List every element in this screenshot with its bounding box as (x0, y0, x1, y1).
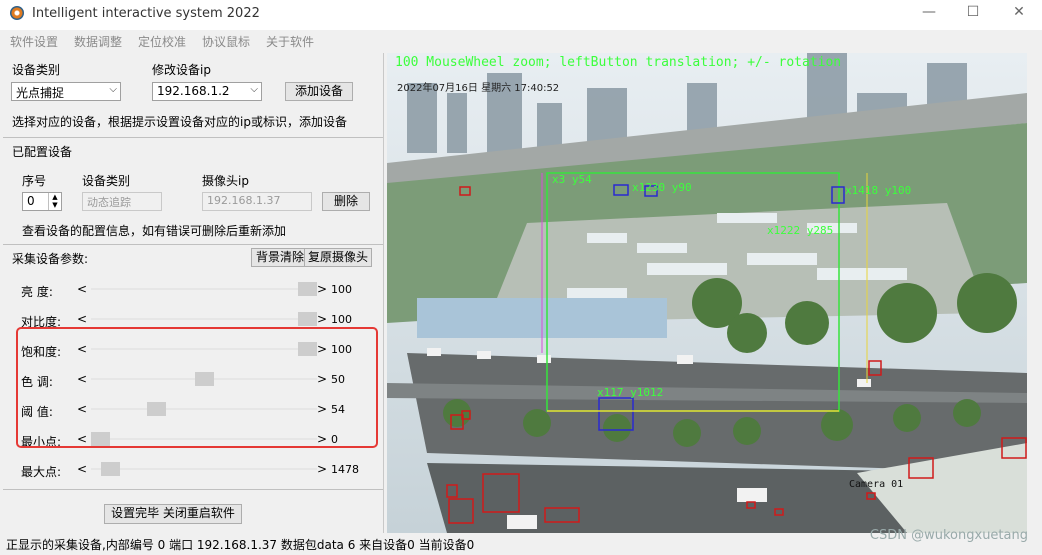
app-icon (10, 6, 24, 20)
highlight-box (16, 327, 378, 448)
watermark: CSDN @wukongxuetang (869, 528, 1028, 543)
close-button[interactable]: ✕ (1008, 4, 1030, 24)
title-bar: Intelligent interactive system 2022 — ☐ … (0, 0, 1042, 30)
overlay-instructions: 100 MouseWheel zoom; leftButton translat… (395, 55, 842, 70)
menu-protocol-mouse[interactable]: 协议鼠标 (202, 33, 250, 50)
configured-ip-field: 192.168.1.37 (202, 192, 312, 211)
menu-data-adjust[interactable]: 数据调整 (74, 33, 122, 50)
menu-calibration[interactable]: 定位校准 (138, 33, 186, 50)
finish-restart-button[interactable]: 设置完毕 关闭重启软件 (104, 504, 242, 524)
slider-value: 1478 (331, 463, 359, 476)
slider-left-arrow-icon[interactable]: < (77, 462, 87, 476)
slider-right-arrow-icon[interactable]: > (317, 282, 327, 296)
chevron-down-icon: ⌵ (109, 84, 117, 95)
slider-track[interactable] (91, 288, 317, 290)
slider-left-arrow-icon[interactable]: < (77, 312, 87, 326)
ip-column-label: 摄像头ip (202, 174, 249, 188)
timestamp-overlay: 2022年07月16日 星期六 17:40:52 (397, 83, 560, 94)
divider (3, 137, 383, 138)
params-section-title: 采集设备参数: (12, 252, 89, 266)
add-device-button[interactable]: 添加设备 (285, 82, 353, 101)
configured-hint: 查看设备的配置信息，如有错误可删除后重新添加 (22, 224, 287, 238)
tracking-label: x3 y54 (552, 173, 592, 186)
device-ip-select[interactable]: 192.168.1.2 ⌵ (152, 82, 262, 101)
slider-label: 亮 度: (21, 285, 53, 299)
device-type-value: 光点捕捉 (16, 86, 65, 100)
device-type-label: 设备类别 (12, 63, 61, 77)
slider-track[interactable] (91, 468, 317, 470)
device-type-select[interactable]: 光点捕捉 ⌵ (11, 82, 121, 101)
restore-camera-button[interactable]: 复原摄像头 (304, 248, 372, 267)
configured-type-field: 动态追踪 (82, 192, 162, 211)
device-ip-label: 修改设备ip (152, 63, 211, 77)
slider-value: 100 (331, 283, 352, 296)
device-ip-value: 192.168.1.2 (157, 84, 230, 98)
slider-track[interactable] (91, 318, 317, 320)
slider-value: 100 (331, 313, 352, 326)
slider-row: 最大点: < >1478 (3, 459, 383, 481)
camera-label: Camera 01 (849, 479, 904, 490)
tracking-label: x1222 y285 (767, 224, 834, 237)
slider-left-arrow-icon[interactable]: < (77, 282, 87, 296)
slider-thumb[interactable] (298, 312, 317, 326)
camera-frame (387, 53, 1027, 533)
menu-about[interactable]: 关于软件 (266, 33, 314, 50)
window-title: Intelligent interactive system 2022 (32, 6, 260, 21)
stepper-arrows-icon[interactable]: ▲ ▼ (48, 193, 61, 210)
tracking-label: x1418 y100 (845, 184, 912, 197)
index-stepper[interactable]: 0 ▲ ▼ (22, 192, 62, 211)
background-clear-button[interactable]: 背景清除 (251, 248, 309, 267)
slider-label: 最大点: (21, 465, 62, 479)
slider-right-arrow-icon[interactable]: > (317, 312, 327, 326)
menu-software-settings[interactable]: 软件设置 (10, 33, 58, 50)
delete-button[interactable]: 删除 (322, 192, 370, 211)
index-value: 0 (27, 194, 35, 208)
divider (3, 489, 383, 490)
tracking-label: x1230 y90 (632, 181, 692, 194)
device-hint: 选择对应的设备，根据提示设置设备对应的ip或标识，添加设备 (12, 115, 347, 129)
slider-right-arrow-icon[interactable]: > (317, 462, 327, 476)
maximize-button[interactable]: ☐ (962, 4, 984, 24)
minimize-button[interactable]: — (918, 4, 940, 24)
slider-thumb[interactable] (101, 462, 120, 476)
divider (3, 244, 383, 245)
slider-thumb[interactable] (298, 282, 317, 296)
slider-row: 亮 度: < >100 (3, 279, 383, 301)
status-text: 正显示的采集设备,内部编号 0 端口 192.168.1.37 数据包data … (6, 538, 475, 552)
configured-section-title: 已配置设备 (12, 145, 73, 159)
tracking-label: x117 y1012 (597, 386, 664, 399)
chevron-down-icon: ⌵ (250, 84, 258, 95)
menu-bar: 软件设置 数据调整 定位校准 协议鼠标 关于软件 (0, 30, 1042, 52)
settings-panel: 设备类别 修改设备ip 光点捕捉 ⌵ 192.168.1.2 ⌵ 添加设备 选择… (3, 53, 384, 533)
camera-view[interactable]: 100 MouseWheel zoom; leftButton translat… (387, 53, 1027, 533)
index-column-label: 序号 (22, 174, 47, 188)
type-column-label: 设备类别 (82, 174, 131, 188)
